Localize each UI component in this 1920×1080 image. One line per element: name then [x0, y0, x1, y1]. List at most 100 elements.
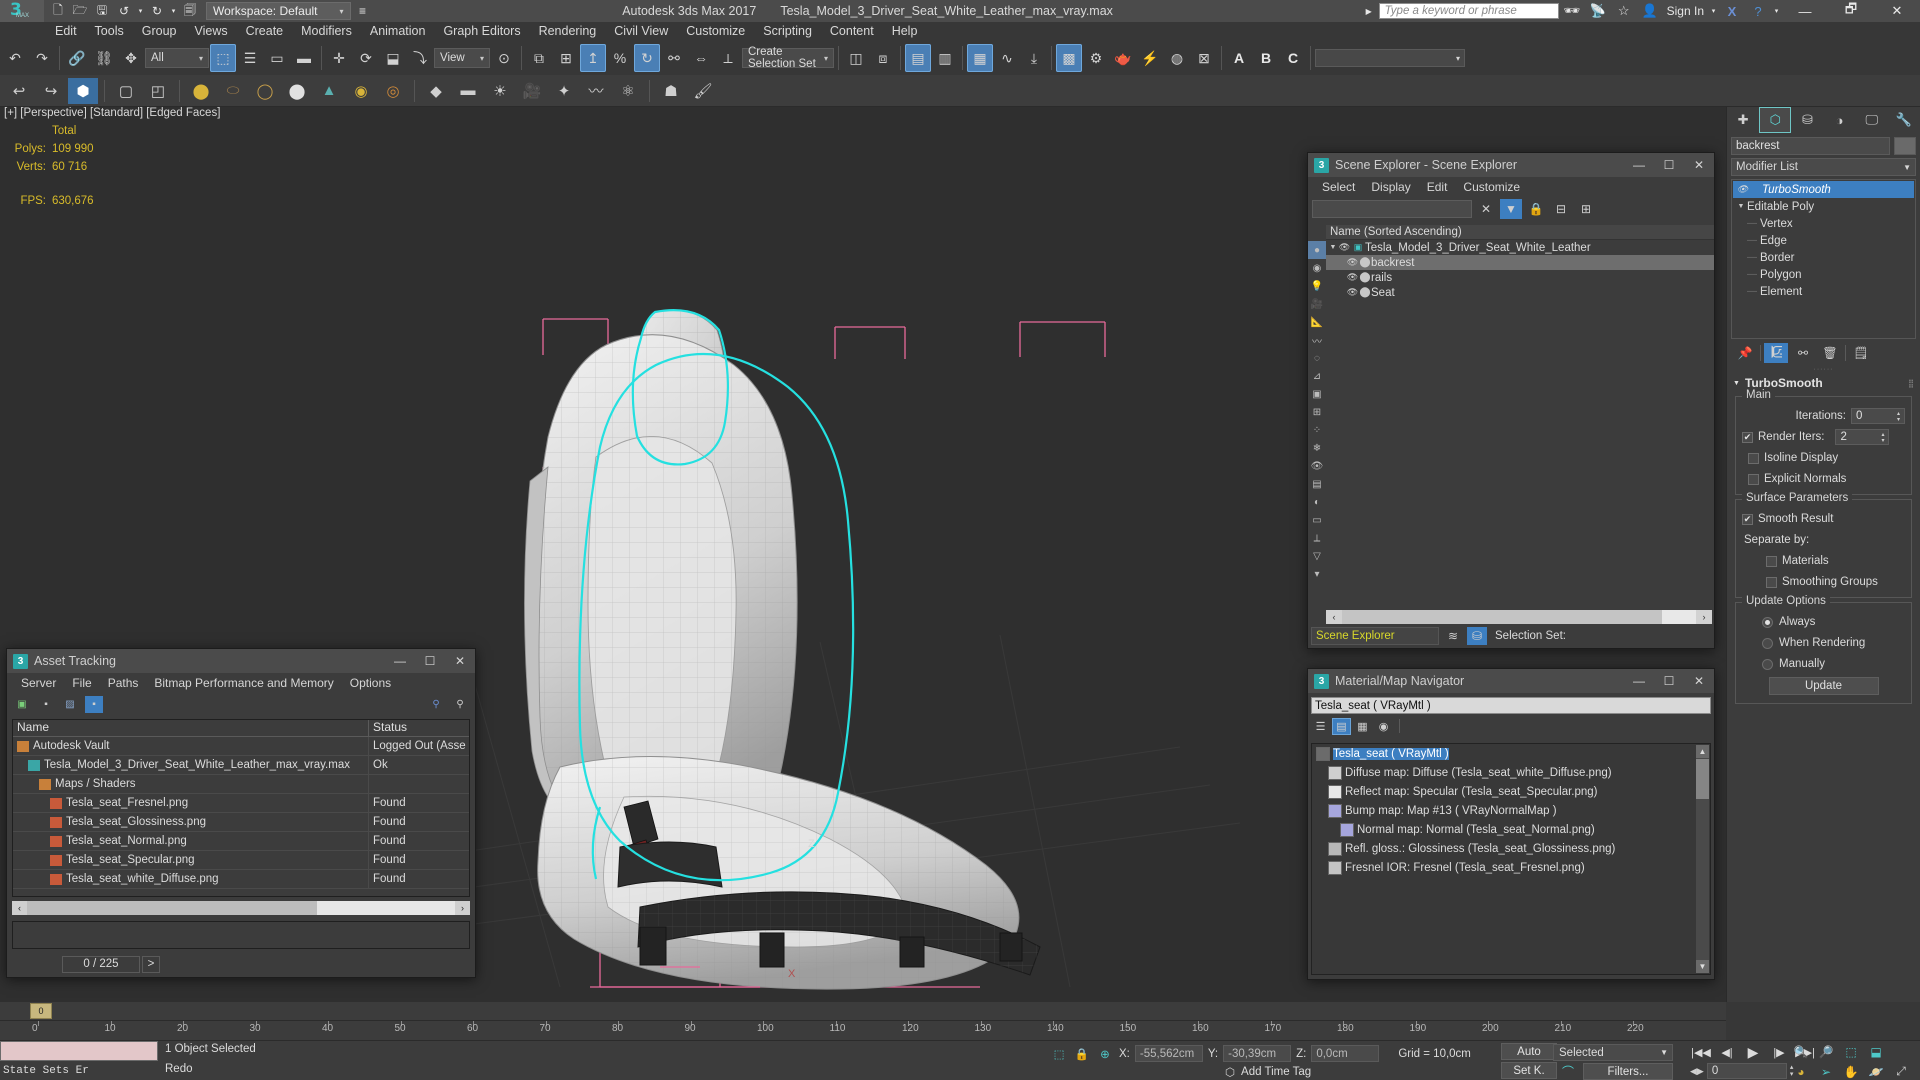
scene-explorer-hscrollbar[interactable]: ‹ › — [1326, 610, 1712, 624]
active-shade-icon[interactable]: ◍ — [1164, 44, 1190, 72]
filter-groups-icon[interactable]: ▣ — [1308, 385, 1326, 403]
isoline-display-checkbox[interactable] — [1748, 452, 1759, 464]
asset-next-button[interactable]: > — [142, 955, 160, 973]
asset-tracking-window[interactable]: 3 Asset Tracking — ☐ ✕ Server File Paths Bi… — [6, 648, 476, 978]
menu-item-rendering[interactable]: Rendering — [530, 22, 606, 41]
key-filters-button[interactable]: Filters... — [1583, 1063, 1673, 1080]
redo-dropdown-icon[interactable]: ▾ — [169, 2, 178, 20]
at-menu-paths[interactable]: Paths — [100, 673, 147, 693]
manually-radio[interactable] — [1762, 658, 1773, 670]
teapot-primitive-icon[interactable]: ⬤ — [282, 78, 312, 104]
modifier-stack-item-polygon[interactable]: Polygon — [1733, 266, 1914, 283]
polygon-modeling-icon[interactable]: ⬢ — [68, 77, 98, 104]
menu-item-tools[interactable]: Tools — [86, 22, 133, 41]
update-button[interactable]: Update — [1768, 677, 1879, 695]
system-object-icon[interactable]: ⚛ — [613, 78, 643, 104]
scene-explorer-titlebar[interactable]: 3 Scene Explorer - Scene Explorer — ☐ ✕ — [1308, 153, 1714, 177]
redo-toolbar-icon[interactable]: ↷ — [29, 44, 55, 72]
hierarchy-icon[interactable]: ⛁ — [1467, 627, 1487, 645]
at-menu-file[interactable]: File — [64, 673, 99, 693]
scroll-left-icon[interactable]: ‹ — [12, 901, 27, 915]
modify-tab-icon[interactable]: ⬡ — [1759, 107, 1792, 133]
filter-layers-icon[interactable]: ▤ — [1308, 475, 1326, 493]
maxscript-mini-listener[interactable] — [0, 1041, 158, 1061]
asset-tracking-hscrollbar[interactable]: ‹ › — [12, 901, 470, 915]
filter-bone-tools-icon[interactable]: ⟂ — [1308, 529, 1326, 547]
filter-icon[interactable]: ▼ — [1500, 199, 1522, 219]
materials-row[interactable]: Materials — [1742, 552, 1905, 570]
window-maximize-button[interactable]: 🗗 — [1828, 0, 1874, 22]
torus-primitive-icon[interactable]: ◯ — [250, 78, 280, 104]
clear-search-icon[interactable]: ✕ — [1475, 199, 1497, 219]
layer-explorer-icon[interactable]: ▤ — [905, 44, 931, 72]
modifier-list-dropdown[interactable]: Modifier List ▼ — [1731, 158, 1916, 176]
schematic-view-icon[interactable]: ∿ — [994, 44, 1020, 72]
menu-item-help[interactable]: Help — [883, 22, 927, 41]
qa-customize-icon[interactable]: ≡ — [353, 2, 373, 20]
helper-object-icon[interactable]: ✦ — [549, 78, 579, 104]
menu-item-modifiers[interactable]: Modifiers — [292, 22, 361, 41]
time-slider[interactable]: 0 — [0, 1002, 1726, 1020]
dope-sheet-icon[interactable]: ⤓ — [1021, 44, 1047, 72]
selection-lock-display-icon[interactable]: ⬚ — [1050, 1047, 1068, 1061]
maximize-button[interactable]: ☐ — [1654, 153, 1684, 177]
use-selection-center-icon[interactable]: ⧉ — [526, 44, 552, 72]
pan-view-icon[interactable]: ✋ — [1840, 1063, 1862, 1080]
set-key-button-small[interactable]: Set K. — [1501, 1062, 1557, 1079]
motion-tab-icon[interactable]: ◑ — [1824, 107, 1856, 133]
window-crossing-icon[interactable]: ▬ — [291, 44, 317, 72]
curve-editor-icon[interactable]: ▦ — [967, 44, 993, 72]
matnav-row[interactable]: Refl. gloss.: Glossiness (Tesla_seat_Glo… — [1312, 839, 1710, 858]
display-tab-icon[interactable]: 🖵 — [1856, 107, 1888, 133]
satellite-icon[interactable]: 📡 — [1585, 0, 1611, 22]
add-time-tag-group[interactable]: ⬡ Add Time Tag — [1225, 1065, 1311, 1079]
tube-primitive-icon[interactable]: ◎ — [378, 78, 408, 104]
new-file-icon[interactable]: 🗋 — [48, 2, 68, 20]
filter-selection-icon[interactable]: ▽ — [1308, 547, 1326, 565]
object-color-swatch[interactable] — [1894, 137, 1916, 155]
help-dropdown-icon[interactable]: ▾ — [1771, 2, 1782, 20]
maximize-button[interactable]: ☐ — [1654, 669, 1684, 693]
redo-ribbon-icon[interactable]: ↪ — [36, 78, 66, 104]
asset-table-row[interactable]: Tesla_seat_Specular.png Found — [13, 851, 469, 870]
render-setup-icon[interactable]: ⚙ — [1083, 44, 1109, 72]
scene-node-row[interactable]: 👁 ⬤ rails — [1326, 270, 1714, 285]
column-header-name[interactable]: Name — [13, 720, 369, 736]
visibility-eye-icon[interactable]: 👁 — [1346, 257, 1359, 268]
info-center-expand-icon[interactable]: ▶ — [1359, 2, 1379, 20]
render-iters-checkbox[interactable]: ✔ — [1742, 431, 1753, 443]
expand-collapse-icon[interactable]: ▼ — [1735, 203, 1747, 210]
window-close-button[interactable]: ✕ — [1874, 0, 1920, 22]
refresh-assets-icon[interactable]: ▣ — [13, 696, 31, 713]
close-button[interactable]: ✕ — [445, 649, 475, 673]
isoline-display-row[interactable]: Isoline Display — [1742, 449, 1905, 467]
matnav-row[interactable]: Tesla_seat ( VRayMtl ) — [1312, 744, 1710, 763]
edit-named-selection-icon[interactable]: ⚯ — [661, 44, 687, 72]
cylinder-primitive-icon[interactable]: ⬭ — [218, 78, 248, 104]
filter-lights-icon[interactable]: 💡 — [1308, 277, 1326, 295]
minimize-button[interactable]: — — [1624, 669, 1654, 693]
smooth-result-checkbox[interactable]: ✔ — [1742, 513, 1753, 525]
redo-icon[interactable]: ↻ — [147, 2, 167, 20]
mirror-icon[interactable]: ⇔ — [688, 44, 714, 72]
filter-all-icon[interactable]: ● — [1308, 241, 1326, 259]
scene-node-row[interactable]: ▼ 👁 ▣ Tesla_Model_3_Driver_Seat_White_Leath… — [1326, 240, 1714, 255]
layers-icon[interactable]: ≋ — [1443, 627, 1463, 645]
scene-explorer-search-input[interactable] — [1312, 200, 1472, 218]
select-and-scale-icon[interactable]: ⬓ — [380, 44, 406, 72]
expand-collapse-icon[interactable]: ▼ — [1328, 244, 1338, 251]
align-tool-icon[interactable]: ⧈ — [870, 44, 896, 72]
search-input[interactable]: Type a keyword or phrase — [1378, 3, 1559, 19]
previous-frame-icon[interactable]: ◀| — [1716, 1043, 1738, 1061]
cone-primitive-icon[interactable]: ▲ — [314, 78, 344, 104]
create-text-b-icon[interactable]: B — [1253, 44, 1279, 72]
x-coordinate-input[interactable]: -55,562cm — [1134, 1045, 1203, 1062]
expand-all-icon[interactable]: ⊟ — [1550, 199, 1572, 219]
scene-explorer-tree[interactable]: Name (Sorted Ascending) ▼ 👁 ▣ Tesla_Model_3… — [1326, 225, 1714, 608]
sphere-primitive-icon[interactable]: ⬤ — [186, 78, 216, 104]
at-menu-options[interactable]: Options — [342, 673, 399, 693]
asset-table-row[interactable]: Autodesk Vault Logged Out (Asse — [13, 737, 469, 756]
create-text-a-icon[interactable]: A — [1226, 44, 1252, 72]
menu-item-graph-editors[interactable]: Graph Editors — [434, 22, 529, 41]
smooth-result-row[interactable]: ✔ Smooth Result — [1742, 510, 1905, 528]
